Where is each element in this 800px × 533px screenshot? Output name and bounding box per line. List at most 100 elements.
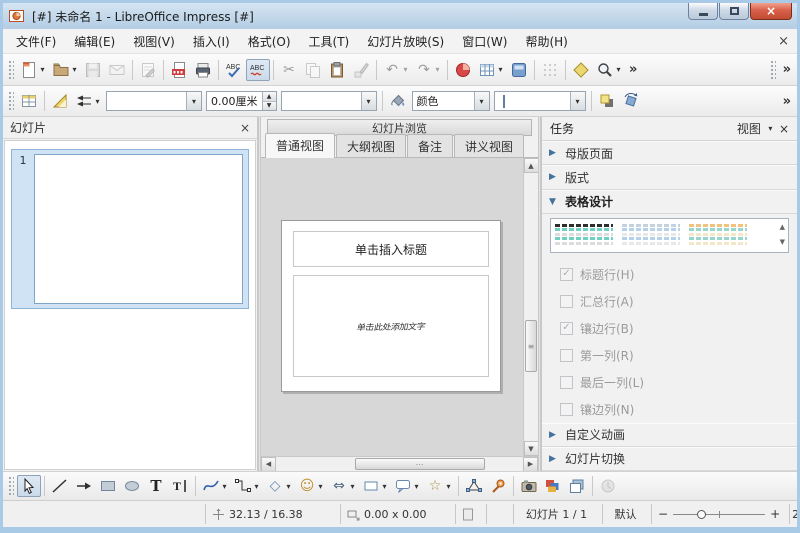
vertical-text-tool-button[interactable]: T xyxy=(168,475,192,497)
menu-view[interactable]: 视图(V) xyxy=(124,30,184,53)
insert-table-button[interactable]: ▾ xyxy=(475,59,507,81)
body-placeholder[interactable]: 单击此处添加文字 xyxy=(293,275,489,377)
export-pdf-button[interactable] xyxy=(167,59,191,81)
open-button[interactable]: ▾ xyxy=(49,59,81,81)
checkbox-last-column[interactable]: 最后一列(L) xyxy=(560,369,791,396)
dropdown-arrow-icon[interactable]: ▾ xyxy=(349,482,356,491)
paste-button[interactable] xyxy=(325,59,349,81)
glue-points-button[interactable] xyxy=(486,475,510,497)
checkbox-banded-rows[interactable]: ✓ 镶边行(B) xyxy=(560,315,791,342)
toolbar-grip[interactable] xyxy=(8,60,14,80)
dropdown-arrow-icon[interactable]: ▾ xyxy=(253,482,260,491)
ellipse-tool-button[interactable] xyxy=(120,475,144,497)
checkbox-total-row[interactable]: 汇总行(A) xyxy=(560,288,791,315)
tab-notes-view[interactable]: 备注 xyxy=(407,134,453,157)
line-style-select[interactable]: ▾ xyxy=(106,91,202,111)
vertical-scroll-thumb[interactable]: ≡ xyxy=(525,320,537,372)
rotate-mode-button[interactable] xyxy=(619,90,643,112)
scroll-left-icon[interactable]: ◀ xyxy=(261,457,276,472)
scroll-right-icon[interactable]: ▶ xyxy=(523,457,538,472)
section-custom-animation[interactable]: ▶ 自定义动画 xyxy=(542,423,797,447)
toolbar-overflow-button[interactable]: » xyxy=(625,62,641,77)
menu-window[interactable]: 窗口(W) xyxy=(453,30,516,53)
curve-tool-button[interactable]: ▾ xyxy=(199,475,231,497)
table-style-option-3[interactable] xyxy=(687,221,749,249)
rectangle-tool-button[interactable] xyxy=(96,475,120,497)
menu-edit[interactable]: 编辑(E) xyxy=(65,30,124,53)
minimize-button[interactable] xyxy=(688,3,718,20)
dropdown-arrow-icon[interactable]: ▾ xyxy=(497,65,504,74)
section-table-design[interactable]: ▼ 表格设计 xyxy=(542,190,797,214)
dropdown-arrow-icon[interactable]: ▾ xyxy=(71,65,78,74)
checkbox-header-row[interactable]: ✓ 标题行(H) xyxy=(560,261,791,288)
dropdown-arrow-icon[interactable]: ▾ xyxy=(445,482,452,491)
basic-shapes-button[interactable]: ◇▾ xyxy=(263,475,295,497)
star-shapes-button[interactable]: ☆▾ xyxy=(423,475,455,497)
navigator-button[interactable] xyxy=(569,59,593,81)
menu-tools[interactable]: 工具(T) xyxy=(300,30,359,53)
shadow-button[interactable] xyxy=(595,90,619,112)
callout-shapes-button[interactable]: ▾ xyxy=(391,475,423,497)
tab-normal-view[interactable]: 普通视图 xyxy=(265,133,335,158)
insert-ole-object-button[interactable] xyxy=(507,59,531,81)
line-width-spinner[interactable]: 0.00厘米▲▼ xyxy=(206,91,277,111)
tab-handout-view[interactable]: 讲义视图 xyxy=(454,134,524,157)
dropdown-arrow-icon[interactable]: ▾ xyxy=(94,97,101,106)
menu-insert[interactable]: 插入(I) xyxy=(184,30,239,53)
spin-down-icon[interactable]: ▼ xyxy=(263,101,276,111)
slides-panel-close-button[interactable]: × xyxy=(240,121,250,135)
dropdown-arrow-icon[interactable]: ▾ xyxy=(317,482,324,491)
area-style-button[interactable] xyxy=(386,90,410,112)
helplines-button[interactable] xyxy=(48,90,72,112)
arrange-button[interactable] xyxy=(565,475,589,497)
menu-help[interactable]: 帮助(H) xyxy=(516,30,576,53)
table-style-option-1[interactable] xyxy=(553,221,615,249)
tasks-view-menu-button[interactable]: 视图 xyxy=(737,120,761,137)
menu-format[interactable]: 格式(O) xyxy=(239,30,300,53)
style-scroll-up-icon[interactable]: ▲ xyxy=(780,224,785,231)
zoom-out-button[interactable]: − xyxy=(658,507,668,521)
slide-canvas[interactable]: 单击插入标题 单击此处添加文字 xyxy=(281,220,501,392)
zoom-slider-track[interactable] xyxy=(673,509,765,520)
page-style-field[interactable]: 默认 xyxy=(602,504,648,524)
toolbar-grip[interactable] xyxy=(8,476,14,496)
block-arrows-button[interactable]: ⇔▾ xyxy=(327,475,359,497)
print-button[interactable] xyxy=(191,59,215,81)
flowchart-shapes-button[interactable]: ▾ xyxy=(359,475,391,497)
line-tool-button[interactable] xyxy=(48,475,72,497)
maximize-button[interactable] xyxy=(719,3,749,20)
scroll-up-icon[interactable]: ▲ xyxy=(524,158,539,173)
dropdown-arrow-icon[interactable]: ▾ xyxy=(413,482,420,491)
gallery-button[interactable] xyxy=(541,475,565,497)
spellcheck-button[interactable]: ABC xyxy=(222,59,246,81)
horizontal-scroll-thumb[interactable]: ⋯ xyxy=(355,458,485,470)
section-slide-transition[interactable]: ▶ 幻灯片切换 xyxy=(542,447,797,471)
section-layouts[interactable]: ▶ 版式 xyxy=(542,165,797,189)
dropdown-arrow-icon[interactable]: ▾ xyxy=(186,92,201,110)
dropdown-arrow-icon[interactable]: ▾ xyxy=(615,65,622,74)
title-bar[interactable]: [#] 未命名 1 - LibreOffice Impress [#] × xyxy=(3,3,797,29)
dropdown-arrow-icon[interactable]: ▾ xyxy=(285,482,292,491)
checkbox-banded-columns[interactable]: 镶边列(N) xyxy=(560,396,791,423)
edit-points-button[interactable] xyxy=(462,475,486,497)
dropdown-arrow-icon[interactable]: ▾ xyxy=(474,92,489,110)
dropdown-arrow-icon[interactable]: ▾ xyxy=(39,65,46,74)
zoom-in-button[interactable]: + xyxy=(770,507,780,521)
checkbox-first-column[interactable]: 第一列(R) xyxy=(560,342,791,369)
dropdown-arrow-icon[interactable]: ▾ xyxy=(361,92,376,110)
table-properties-button[interactable] xyxy=(17,90,41,112)
symbol-shapes-button[interactable]: ☺▾ xyxy=(295,475,327,497)
scroll-down-icon[interactable]: ▼ xyxy=(524,441,539,456)
insert-chart-button[interactable] xyxy=(451,59,475,81)
zoom-slider-thumb[interactable] xyxy=(697,510,706,519)
toolbar-overflow-button[interactable]: » xyxy=(779,94,795,109)
zoom-percent-field[interactable]: 2 xyxy=(789,504,797,524)
slide-workspace[interactable]: 单击插入标题 单击此处添加文字 xyxy=(261,158,523,456)
dropdown-arrow-icon[interactable]: ▾ xyxy=(767,124,774,133)
section-master-pages[interactable]: ▶ 母版页面 xyxy=(542,141,797,165)
spin-up-icon[interactable]: ▲ xyxy=(263,92,276,101)
tab-outline-view[interactable]: 大纲视图 xyxy=(336,134,406,157)
line-width-value[interactable]: 0.00厘米 xyxy=(207,93,262,109)
line-color-select[interactable]: ▾ xyxy=(281,91,377,111)
menu-slideshow[interactable]: 幻灯片放映(S) xyxy=(358,30,453,53)
